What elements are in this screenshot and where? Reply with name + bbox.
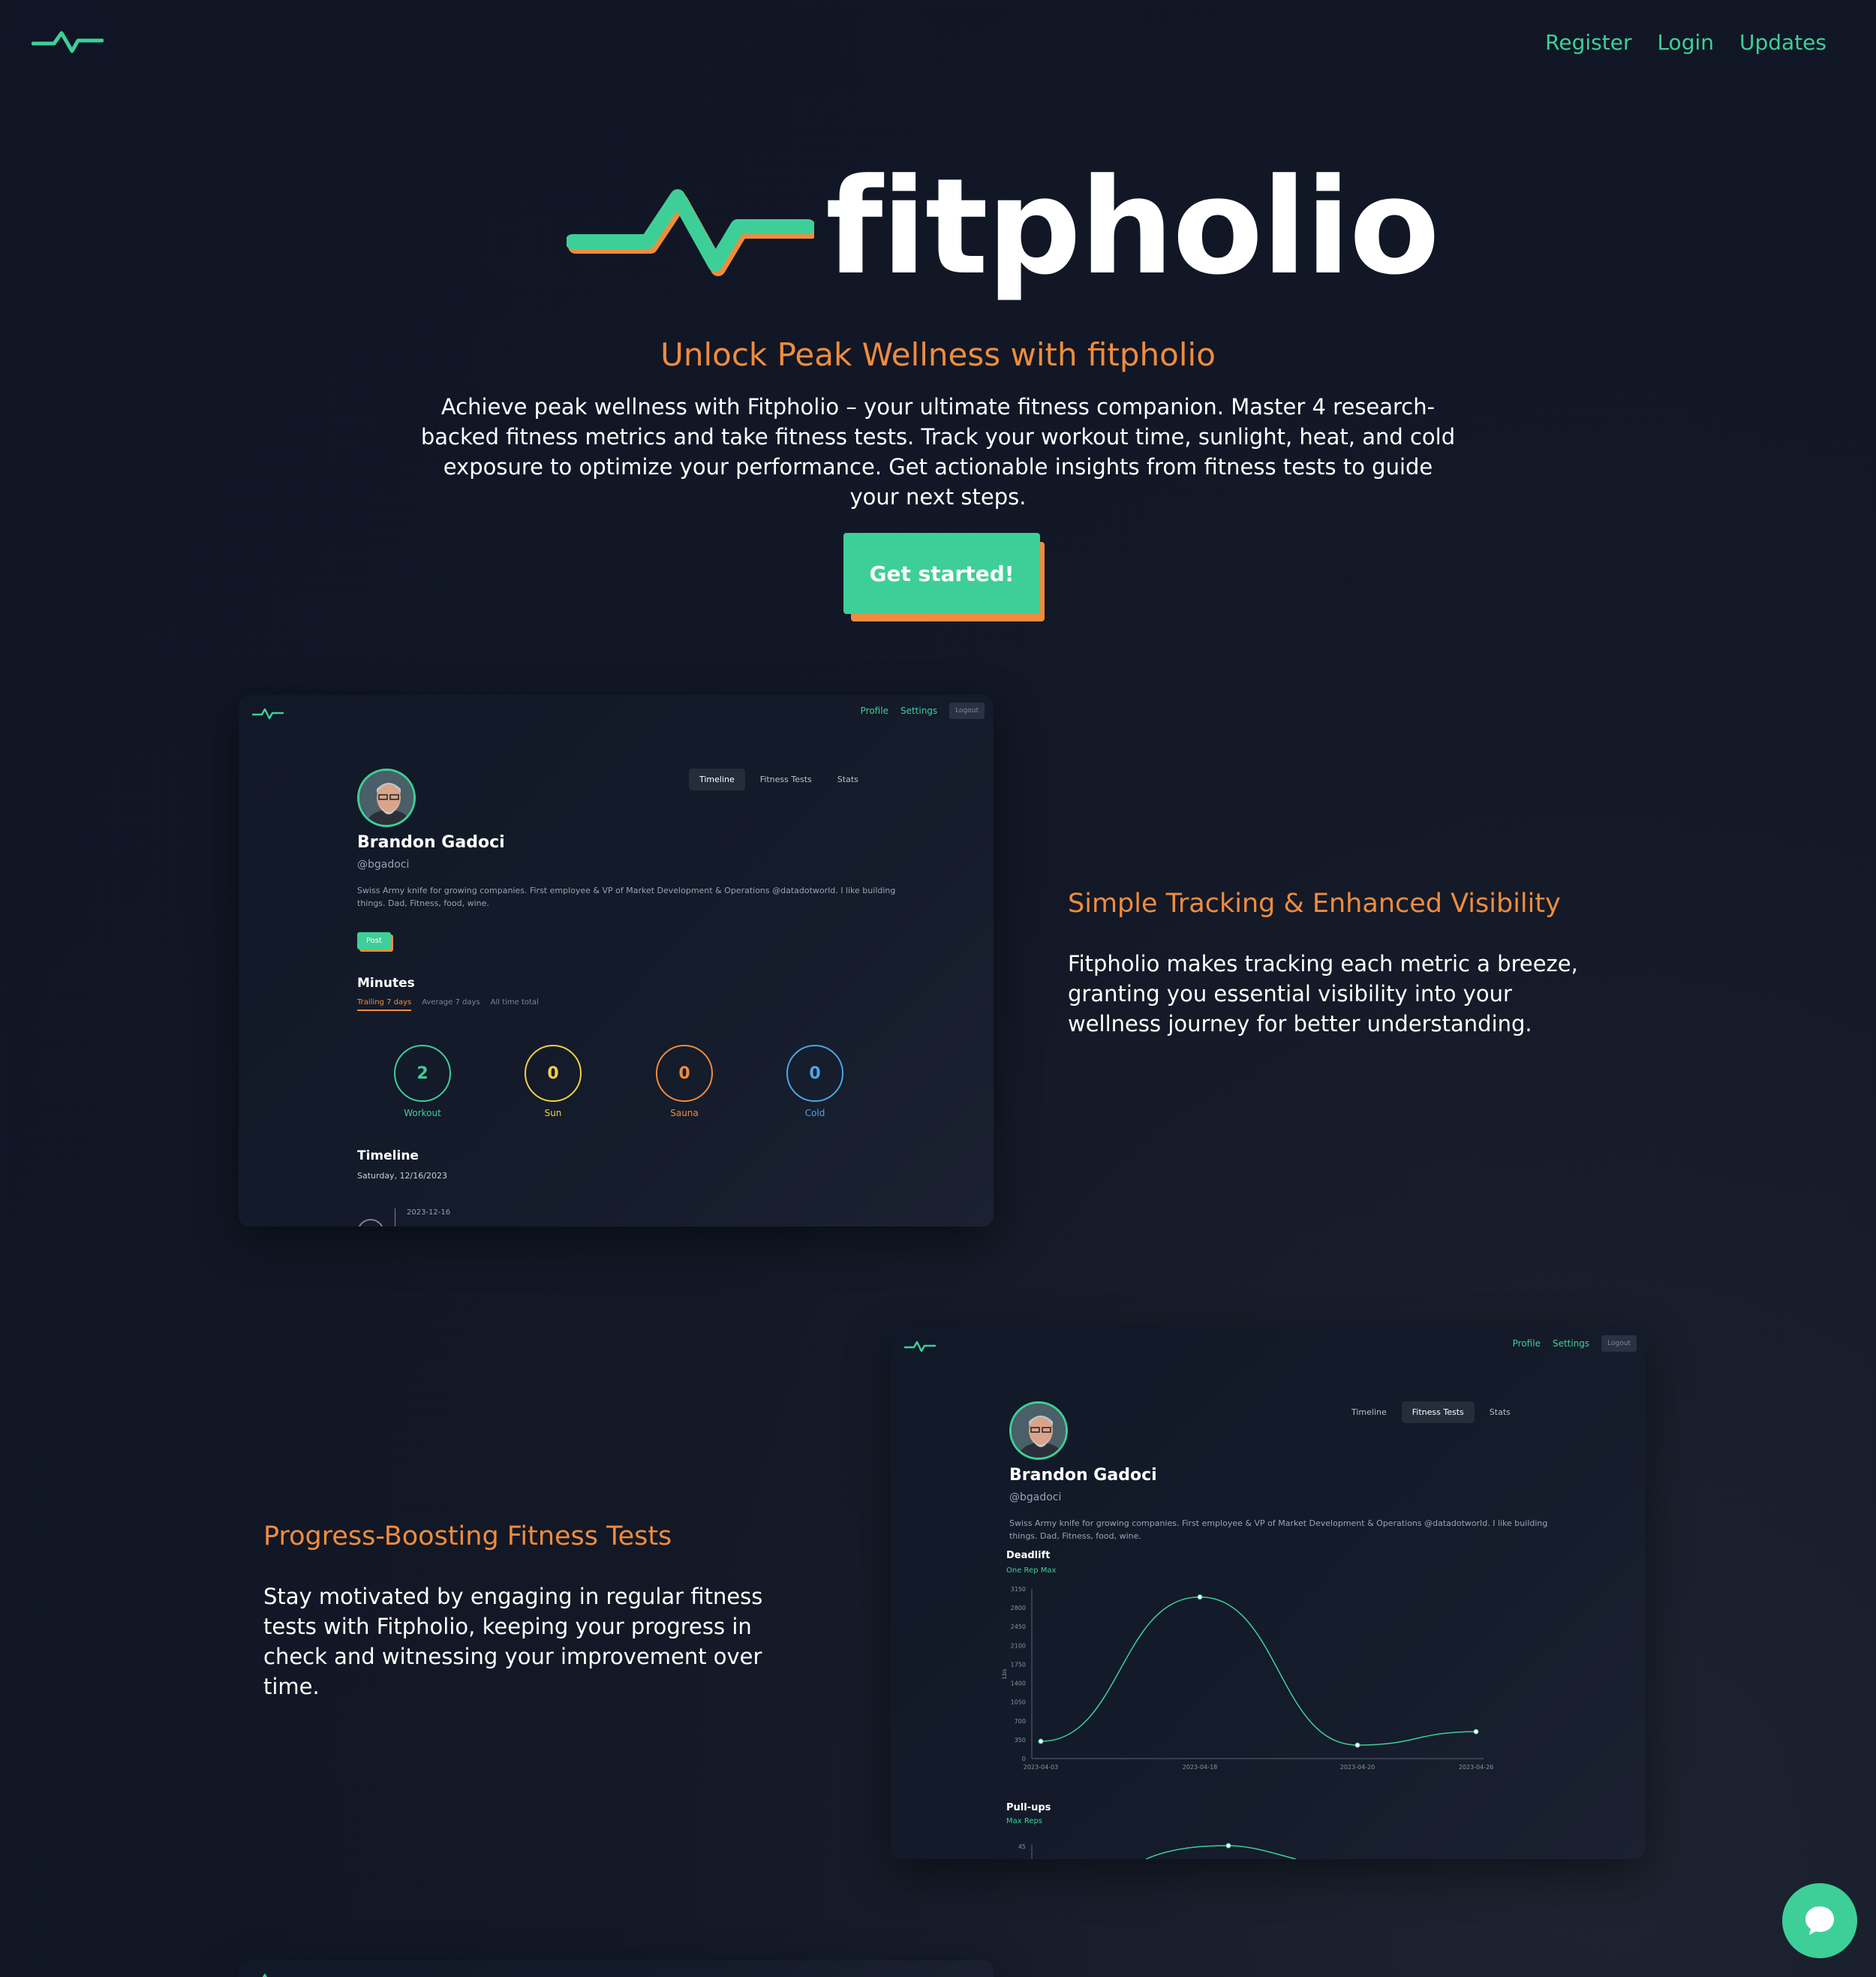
profile-handle: @bgadoci	[1009, 1491, 1062, 1503]
metric-ring: 2	[394, 1045, 451, 1102]
tab-fitness-tests[interactable]: Fitness Tests	[1401, 1401, 1475, 1423]
timeline-title: Timeline	[357, 1148, 419, 1163]
updates-link[interactable]: Updates	[1739, 30, 1826, 55]
profile-tabs: Timeline Fitness Tests Stats	[1341, 1401, 1521, 1423]
feature-text-fitness-tests: Stay motivated by engaging in regular fi…	[263, 1584, 763, 1699]
profile-link[interactable]: Profile	[861, 706, 888, 716]
profile-name: Brandon Gadoci	[1009, 1466, 1157, 1485]
app-logo-icon	[904, 1341, 936, 1353]
chart-subtitle-pullups: Max Reps	[1006, 1817, 1043, 1825]
pullups-chart: 45	[1018, 1843, 1297, 1859]
metric-label: Workout	[404, 1108, 441, 1118]
timeline-entry-date: 2023-12-16	[407, 1208, 451, 1217]
data-point	[1197, 1594, 1203, 1600]
register-link[interactable]: Register	[1545, 30, 1631, 55]
metric-ring: 0	[656, 1045, 713, 1102]
settings-link[interactable]: Settings	[1553, 1338, 1589, 1349]
app-screenshot-tracking: Profile Settings Logout Brandon Gadoci @…	[239, 695, 994, 1226]
profile-name: Brandon Gadoci	[357, 833, 505, 852]
y-tick-label: 2100	[1011, 1642, 1026, 1649]
chart-title-pullups: Pull-ups	[1006, 1802, 1051, 1813]
feature-text-tracking: Fitpholio makes tracking each metric a b…	[1068, 951, 1578, 1037]
hero-tagline: Unlock Peak Wellness with fitpholio	[660, 336, 1216, 373]
y-tick-label: 0	[1022, 1756, 1026, 1762]
app-nav: Profile Settings Logout	[1513, 1335, 1637, 1352]
app-screenshot-fitness-tests: Profile Settings Logout Brandon Gadoci @…	[891, 1328, 1646, 1859]
y-tick-label: 45	[1018, 1843, 1026, 1850]
subtab-all-time-total[interactable]: All time total	[491, 998, 539, 1011]
hero-description: Achieve peak wellness with Fitpholio – y…	[420, 394, 1456, 510]
app-screenshot-third	[239, 1960, 994, 1977]
x-tick-label: 2023-04-03	[1024, 1764, 1059, 1771]
tab-stats[interactable]: Stats	[1479, 1401, 1521, 1423]
chat-widget-button[interactable]	[1782, 1883, 1857, 1958]
tab-timeline[interactable]: Timeline	[689, 769, 745, 790]
metric-ring: 0	[786, 1045, 843, 1102]
avatar	[1009, 1401, 1068, 1460]
y-axis-label: Lbs	[1001, 1669, 1008, 1679]
tab-fitness-tests[interactable]: Fitness Tests	[750, 769, 822, 790]
deadlift-series-line	[1040, 1596, 1477, 1746]
y-tick-label: 1400	[1011, 1681, 1026, 1687]
metric-sauna: 0 Sauna	[643, 1045, 726, 1118]
metric-cold: 0 Cold	[774, 1045, 856, 1118]
data-point	[1354, 1742, 1360, 1748]
y-tick-label: 3150	[1011, 1586, 1026, 1593]
data-point	[1225, 1843, 1231, 1849]
y-tick-label: 1050	[1011, 1699, 1026, 1706]
minutes-title: Minutes	[357, 976, 415, 991]
hero-logo-icon	[567, 189, 814, 276]
x-tick-label: 2023-04-18	[1183, 1764, 1218, 1771]
logout-button[interactable]: Logout	[1601, 1335, 1637, 1352]
avatar	[357, 769, 416, 827]
tab-timeline[interactable]: Timeline	[1341, 1401, 1397, 1423]
logout-button[interactable]: Logout	[949, 703, 985, 719]
post-button[interactable]: Post	[357, 932, 391, 949]
metric-label: Cold	[804, 1108, 825, 1118]
minutes-subtabs: Trailing 7 days Average 7 days All time …	[357, 998, 539, 1011]
app-logo-icon	[262, 1973, 267, 1977]
y-tick-label: 350	[1015, 1737, 1026, 1744]
x-tick-label: 2023-04-26	[1459, 1764, 1494, 1771]
profile-link[interactable]: Profile	[1513, 1338, 1541, 1349]
metric-workout: 2 Workout	[381, 1045, 464, 1118]
deadlift-chart: 0 350 700 1050 1400 1750 2100 2450 2800 3150 Lbs 20…	[1001, 1586, 1494, 1771]
y-tick-label: 1750	[1011, 1661, 1026, 1668]
subtab-average-7-days[interactable]: Average 7 days	[422, 998, 480, 1011]
metric-sun: 0 Sun	[512, 1045, 594, 1118]
login-link[interactable]: Login	[1657, 30, 1714, 55]
y-tick-label: 2800	[1011, 1605, 1026, 1611]
profile-handle: @bgadoci	[357, 859, 410, 871]
metric-ring: 0	[525, 1045, 582, 1102]
metric-label: Sauna	[670, 1108, 699, 1118]
chart-title-deadlift: Deadlift	[1006, 1550, 1051, 1561]
timeline-date: Saturday, 12/16/2023	[357, 1171, 447, 1181]
profile-bio: Swiss Army knife for growing companies. …	[357, 886, 896, 908]
data-point	[1038, 1738, 1044, 1744]
profile-tabs: Timeline Fitness Tests Stats	[689, 769, 869, 790]
feature-title-fitness-tests: Progress-Boosting Fitness Tests	[263, 1521, 672, 1551]
fitpholio-logo-icon[interactable]	[32, 29, 104, 56]
timeline-entry-icon	[357, 1219, 384, 1226]
hero-wordmark: fitpholio	[825, 150, 1440, 304]
metric-label: Sun	[544, 1108, 562, 1118]
app-logo-icon	[252, 708, 284, 720]
app-nav: Profile Settings Logout	[861, 703, 985, 719]
chat-bubble-icon	[1805, 1906, 1834, 1935]
data-point	[1473, 1729, 1479, 1735]
tab-stats[interactable]: Stats	[827, 769, 869, 790]
pullups-series-line	[1145, 1845, 1297, 1859]
profile-bio: Swiss Army knife for growing companies. …	[1009, 1518, 1548, 1541]
chart-subtitle-deadlift: One Rep Max	[1006, 1566, 1057, 1575]
y-tick-label: 700	[1015, 1718, 1026, 1725]
top-nav: Register Login Updates	[1545, 30, 1826, 55]
settings-link[interactable]: Settings	[900, 706, 937, 716]
x-tick-label: 2023-04-20	[1340, 1764, 1375, 1771]
subtab-trailing-7-days[interactable]: Trailing 7 days	[357, 998, 412, 1011]
feature-title-tracking: Simple Tracking & Enhanced Visibility	[1068, 889, 1561, 919]
y-tick-label: 2450	[1011, 1623, 1026, 1630]
cta-container: Get started!	[843, 533, 1046, 621]
get-started-button[interactable]: Get started!	[843, 533, 1040, 614]
